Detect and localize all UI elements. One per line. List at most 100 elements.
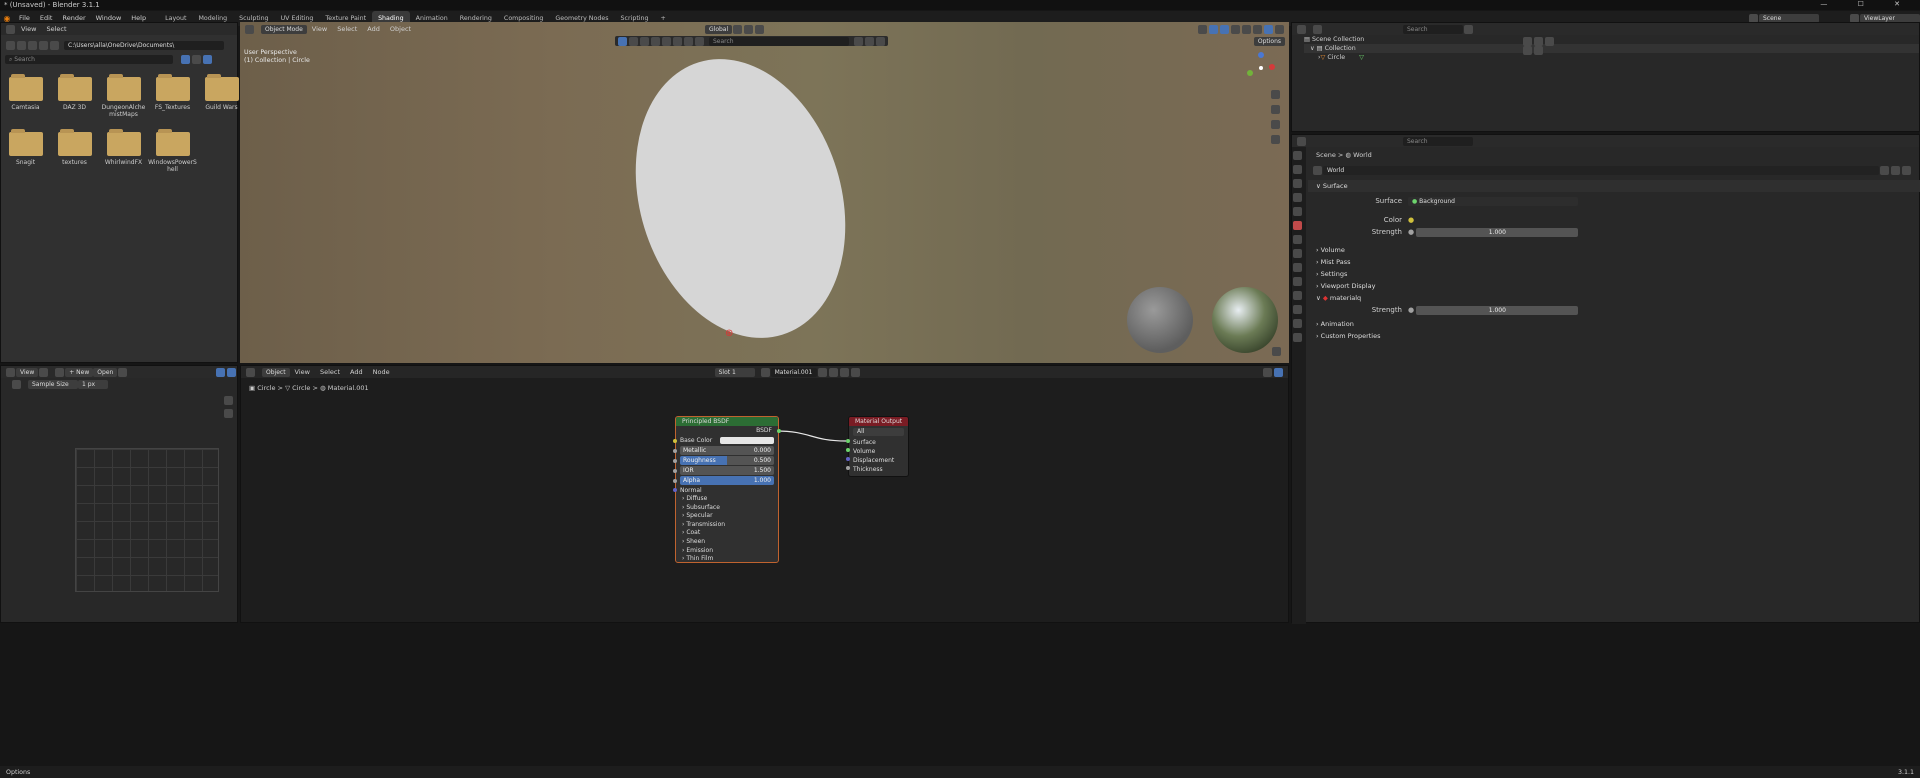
menu-view[interactable]: View bbox=[290, 366, 315, 378]
open-image-button[interactable]: Open bbox=[93, 367, 118, 377]
section-settings[interactable]: › Settings bbox=[1308, 268, 1920, 280]
mode-selector[interactable]: Object Mode bbox=[261, 25, 307, 34]
solid-shading-icon[interactable] bbox=[1253, 25, 1262, 34]
render-tab-icon[interactable] bbox=[1293, 165, 1302, 174]
strength-slider[interactable]: 1.000 bbox=[1416, 227, 1579, 237]
folder-item[interactable]: Snagit bbox=[1, 129, 50, 173]
menu-select[interactable]: Select bbox=[41, 22, 71, 37]
material-tab-icon[interactable] bbox=[1293, 333, 1302, 342]
folder-item[interactable]: WhirlwindFX bbox=[99, 129, 148, 173]
section-mist-pass[interactable]: › Mist Pass bbox=[1308, 256, 1920, 268]
folder-item[interactable]: Camtasia bbox=[1, 74, 50, 118]
section-surface[interactable]: ∨ Surface bbox=[1308, 180, 1920, 192]
refresh-icon[interactable] bbox=[39, 40, 48, 50]
folder-item[interactable]: textures bbox=[50, 129, 99, 173]
display-mode-icon[interactable] bbox=[181, 54, 190, 64]
modifier-tab-icon[interactable] bbox=[1293, 263, 1302, 272]
output-tab-icon[interactable] bbox=[1293, 179, 1302, 188]
settings-icon[interactable] bbox=[1272, 347, 1281, 356]
menu-view[interactable]: View bbox=[16, 367, 39, 377]
viewport-search-input[interactable]: Search bbox=[709, 36, 849, 46]
world-name-field[interactable]: World bbox=[1323, 166, 1879, 175]
circle-mesh[interactable] bbox=[602, 32, 879, 363]
menu-node[interactable]: Node bbox=[368, 366, 395, 378]
roughness-slider[interactable]: Roughness 0.500 bbox=[680, 456, 774, 465]
menu-select[interactable]: Select bbox=[332, 24, 362, 35]
properties-search-input[interactable]: Search bbox=[1403, 136, 1473, 146]
new-image-button[interactable]: + New bbox=[65, 367, 94, 377]
overlay-icon[interactable] bbox=[1274, 368, 1283, 377]
zoom-icon[interactable] bbox=[1271, 90, 1280, 99]
menu-select[interactable]: Select bbox=[315, 366, 345, 378]
navigation-gizmo[interactable] bbox=[1245, 52, 1277, 84]
editor-type-icon[interactable] bbox=[6, 24, 15, 34]
principled-bsdf-node[interactable]: Principled BSDF BSDF Base Color Metallic… bbox=[673, 416, 781, 563]
folder-item[interactable]: DungeonAlchemistMaps bbox=[99, 74, 148, 118]
wireframe-shading-icon[interactable] bbox=[1242, 25, 1251, 34]
image-browse-icon[interactable] bbox=[55, 367, 65, 377]
ior-slider[interactable]: IOR 1.500 bbox=[680, 466, 774, 475]
camera-icon[interactable] bbox=[1545, 37, 1554, 46]
physics-tab-icon[interactable] bbox=[1293, 291, 1302, 300]
rendered-shading-icon[interactable] bbox=[1275, 25, 1284, 34]
pin-icon[interactable] bbox=[850, 367, 860, 377]
pin-icon[interactable] bbox=[876, 36, 885, 46]
image-grid[interactable] bbox=[75, 448, 219, 592]
measure-tool-icon[interactable] bbox=[695, 36, 704, 46]
outliner-search-input[interactable]: Search bbox=[1403, 24, 1463, 34]
world-browse-icon[interactable] bbox=[1313, 166, 1322, 175]
camera-icon[interactable] bbox=[1534, 46, 1543, 55]
scene-tab-icon[interactable] bbox=[1293, 207, 1302, 216]
base-color-swatch[interactable] bbox=[720, 437, 774, 444]
annotate-tool-icon[interactable] bbox=[684, 36, 693, 46]
pivot-icon[interactable] bbox=[733, 25, 743, 34]
rotate-tool-icon[interactable] bbox=[651, 36, 660, 46]
move-tool-icon[interactable] bbox=[640, 36, 649, 46]
view-layer-tab-icon[interactable] bbox=[1293, 193, 1302, 202]
material-shading-icon[interactable] bbox=[1264, 25, 1273, 34]
ortho-toggle-icon[interactable] bbox=[1271, 135, 1280, 144]
editor-type-icon[interactable] bbox=[1297, 24, 1306, 34]
gizmo-icon[interactable] bbox=[1209, 25, 1218, 34]
filter-icon[interactable] bbox=[1464, 24, 1473, 34]
color-socket-icon[interactable]: ● bbox=[1408, 216, 1414, 224]
panel-subsurface[interactable]: › Subsurface bbox=[682, 504, 778, 513]
material-browse-icon[interactable] bbox=[760, 367, 770, 377]
exclude-checkbox[interactable] bbox=[1523, 37, 1532, 46]
gizmo-icon[interactable] bbox=[216, 367, 225, 377]
transform-tool-icon[interactable] bbox=[673, 36, 682, 46]
fake-user-icon[interactable] bbox=[817, 367, 827, 377]
duplicate-icon[interactable] bbox=[1891, 166, 1900, 175]
filter-icon[interactable] bbox=[203, 54, 212, 64]
path-field[interactable]: C:\Users\alla\OneDrive\Documents\ bbox=[64, 40, 224, 50]
zoom-icon[interactable] bbox=[224, 396, 233, 405]
orientation-selector[interactable]: Global bbox=[705, 25, 733, 34]
metallic-slider[interactable]: Metallic 0.000 bbox=[680, 446, 774, 455]
output-target-selector[interactable]: All bbox=[853, 428, 904, 436]
editor-type-icon[interactable] bbox=[6, 367, 15, 377]
options-button[interactable]: Options bbox=[1253, 37, 1285, 46]
lightgroup-strength-slider[interactable]: 1.000 bbox=[1416, 305, 1579, 315]
menu-view[interactable]: View bbox=[307, 24, 332, 35]
new-folder-icon[interactable] bbox=[50, 40, 59, 50]
fake-user-icon[interactable] bbox=[1880, 166, 1889, 175]
xray-icon[interactable] bbox=[1231, 25, 1240, 34]
panel-coat[interactable]: › Coat bbox=[682, 529, 778, 538]
unlink-icon[interactable] bbox=[839, 367, 849, 377]
tree-collection[interactable]: ∨ ▤ Collection bbox=[1304, 44, 1919, 53]
pan-icon[interactable] bbox=[224, 409, 233, 418]
strength-socket-icon[interactable]: ● bbox=[1408, 228, 1416, 236]
pin-icon[interactable] bbox=[118, 367, 128, 377]
menu-add[interactable]: Add bbox=[362, 24, 385, 35]
panel-transmission[interactable]: › Transmission bbox=[682, 521, 778, 530]
node-link[interactable] bbox=[771, 426, 851, 446]
tool-tab-icon[interactable] bbox=[1293, 151, 1302, 160]
folder-item[interactable]: Guild Wars bbox=[197, 74, 246, 118]
menu-add[interactable]: Add bbox=[345, 366, 368, 378]
tree-scene-collection[interactable]: ▤ Scene Collection bbox=[1304, 35, 1919, 44]
panel-emission[interactable]: › Emission bbox=[682, 547, 778, 556]
sample-tool-icon[interactable] bbox=[12, 380, 21, 389]
proportional-icon[interactable] bbox=[755, 25, 765, 34]
collection-tab-icon[interactable] bbox=[1293, 235, 1302, 244]
pan-icon[interactable] bbox=[1271, 105, 1280, 114]
